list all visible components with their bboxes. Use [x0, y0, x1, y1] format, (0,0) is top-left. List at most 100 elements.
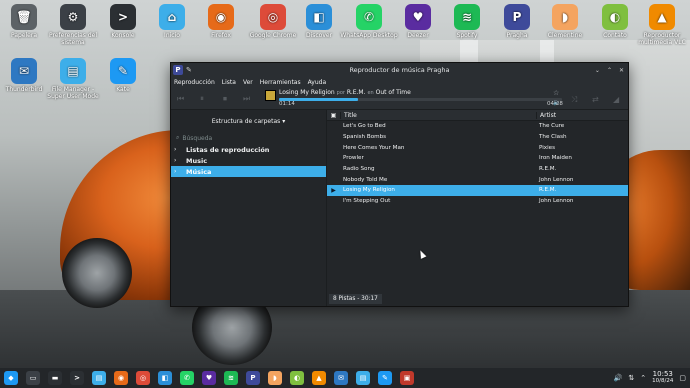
taskbar-discover-icon[interactable]: ◧ [158, 371, 172, 385]
taskbar-file-manager-icon[interactable]: ▤ [356, 371, 370, 385]
maximize-icon[interactable]: ⌃ [607, 67, 612, 74]
kate-icon: ✎ [110, 58, 136, 84]
np-album: Out of Time [375, 89, 411, 96]
window-title: Reproductor de música Pragha [349, 66, 450, 74]
taskbar-konsole-icon[interactable]: > [70, 371, 84, 385]
repeat-icon[interactable]: ⇄ [592, 95, 599, 104]
tree-item-music[interactable]: › Music [171, 155, 326, 166]
previous-icon[interactable]: ⏮ [177, 94, 184, 104]
track-title: Prowler [343, 155, 364, 162]
menu-reproduccion[interactable]: Reproducción [174, 79, 215, 86]
taskbar-kde-menu-icon[interactable]: ◆ [4, 371, 18, 385]
window-body: Estructura de carpetas ▾ ⌕ Búsqueda › Li… [171, 110, 628, 306]
close-icon[interactable]: ✕ [619, 67, 624, 74]
search-field[interactable]: ⌕ Búsqueda [173, 132, 324, 144]
column-artist[interactable]: Artist [536, 111, 628, 119]
chevron-right-icon[interactable]: › [174, 157, 180, 164]
network-icon[interactable]: ⇅ [628, 374, 634, 382]
tree-item-playlists[interactable]: › Listas de reproducción [171, 144, 326, 155]
firefox-icon: ◉ [208, 4, 234, 30]
progress-bar[interactable] [279, 98, 562, 101]
track-title: Nobody Told Me [343, 176, 388, 183]
taskbar-clementine-icon[interactable]: ◗ [268, 371, 282, 385]
table-row[interactable]: Let's Go to Bed The Cure [327, 121, 628, 132]
playlist-panel: ▣ Title Artist Let's Go to Bed The Cure Sp… [327, 110, 628, 306]
tree-item-label: Música [186, 167, 212, 176]
taskbar-pragha-icon[interactable]: P [246, 371, 260, 385]
chevron-up-icon[interactable]: ⌃ [640, 374, 646, 382]
taskbar-contato-icon[interactable]: ◐ [290, 371, 304, 385]
album-art[interactable] [265, 90, 276, 101]
whatsapp-icon: ✆ [356, 4, 382, 30]
discover-icon: ◧ [306, 4, 332, 30]
track-artist: John Lennon [539, 176, 574, 183]
desktop-icon-label: Firefox [211, 32, 231, 39]
desktop-icon-label: Reproductor multimedia VLC [638, 32, 686, 46]
volume-icon[interactable]: 🔈 [553, 99, 560, 106]
taskbar: ◆ ▭ ▬ > ▤ ◉ ◎ ◧ ✆ ♥ ≋ P ◗ ◐ ▲ ✉ ▤ ✎ ▣ 🔊 ⇅ ⌃ 10:53 10/8/24 … [0, 368, 690, 388]
table-row[interactable]: I'm Stepping Out John Lennon [327, 196, 628, 207]
track-title: Radio Song [343, 166, 375, 173]
clock[interactable]: 10:53 10/8/24 [652, 371, 673, 385]
menu-ver[interactable]: Ver [243, 79, 253, 86]
taskbar-spotify-icon[interactable]: ≋ [224, 371, 238, 385]
taskbar-vlc-icon[interactable]: ▲ [312, 371, 326, 385]
taskbar-app-launcher-icon[interactable]: ▣ [400, 371, 414, 385]
taskbar-task-manager-icon[interactable]: ▬ [48, 371, 62, 385]
taskbar-deezer-icon[interactable]: ♥ [202, 371, 216, 385]
track-title: Here Comes Your Man [343, 144, 405, 151]
tree-item-musica[interactable]: › Música [171, 166, 326, 177]
elapsed-time: 01:14 [279, 101, 295, 107]
np-track: Losing My Religion [279, 89, 335, 96]
checkbox-column-icon[interactable]: ▣ [327, 112, 340, 119]
taskbar-whatsapp-icon[interactable]: ✆ [180, 371, 194, 385]
desktop-icon-vlc[interactable]: ▲ Reproductor multimedia VLC [632, 4, 690, 46]
table-row[interactable]: Prowler Iron Maiden [327, 153, 628, 164]
shuffle-icon[interactable]: ⤨ [571, 95, 577, 105]
show-desktop-icon[interactable]: ▢ [679, 374, 686, 382]
track-title: Let's Go to Bed [343, 123, 386, 130]
taskbar-dolphin-icon[interactable]: ▤ [92, 371, 106, 385]
taskbar-firefox-icon[interactable]: ◉ [114, 371, 128, 385]
next-icon[interactable]: ⏭ [243, 94, 250, 104]
np-in: en [367, 90, 374, 96]
volume-slider-icon[interactable]: ◢ [613, 95, 619, 104]
taskbar-items: ◆ ▭ ▬ > ▤ ◉ ◎ ◧ ✆ ♥ ≋ P ◗ ◐ ▲ ✉ ▤ ✎ ▣ [0, 371, 418, 385]
chevron-right-icon[interactable]: › [174, 168, 180, 175]
track-artist: Iron Maiden [539, 155, 572, 162]
track-artist: R.E.M. [539, 166, 557, 173]
menu-lista[interactable]: Lista [222, 79, 236, 86]
minimize-icon[interactable]: ⌄ [595, 67, 600, 74]
taskbar-desktop-pager-icon[interactable]: ▭ [26, 371, 40, 385]
menu-herramientas[interactable]: Herramientas [260, 79, 301, 86]
favorite-star-icon[interactable]: ☆ [553, 89, 559, 97]
track-title: Spanish Bombs [343, 134, 387, 141]
table-row[interactable]: Spanish Bombs The Clash [327, 132, 628, 143]
chevron-right-icon[interactable]: › [174, 146, 180, 153]
file-manager-su-icon: ▤ [60, 58, 86, 84]
desktop-icon-firefox[interactable]: ◉ Firefox [191, 4, 251, 39]
track-artist: R.E.M. [539, 187, 557, 194]
table-row[interactable]: Radio Song R.E.M. [327, 164, 628, 175]
playing-indicator-icon: ▶ [331, 186, 336, 194]
column-title[interactable]: Title [340, 111, 536, 119]
taskbar-thunderbird-icon[interactable]: ✉ [334, 371, 348, 385]
contato-icon: ◐ [602, 4, 628, 30]
menu-ayuda[interactable]: Ayuda [308, 79, 327, 86]
table-row[interactable]: ▶ Losing My Religion R.E.M. [327, 185, 628, 196]
clock-time: 10:53 [652, 370, 673, 378]
clementine-icon: ◗ [552, 4, 578, 30]
stop-icon[interactable]: ⏹ [223, 94, 227, 104]
table-row[interactable]: Nobody Told Me John Lennon [327, 174, 628, 185]
table-row[interactable]: Here Comes Your Man Pixies [327, 142, 628, 153]
desktop-icon-kate[interactable]: ✎ Kate [93, 58, 153, 93]
vlc-icon: ▲ [649, 4, 675, 30]
taskbar-chrome-icon[interactable]: ◎ [136, 371, 150, 385]
pause-icon[interactable]: ⏸ [200, 94, 204, 104]
track-title: I'm Stepping Out [343, 198, 391, 205]
folder-structure-select[interactable]: Estructura de carpetas ▾ [177, 114, 320, 128]
volume-tray-icon[interactable]: 🔊 [614, 374, 623, 382]
window-titlebar[interactable]: P ✎ Reproductor de música Pragha ⌄ ⌃ ✕ [171, 63, 628, 77]
search-icon: ⌕ [176, 134, 180, 141]
taskbar-kate-icon[interactable]: ✎ [378, 371, 392, 385]
